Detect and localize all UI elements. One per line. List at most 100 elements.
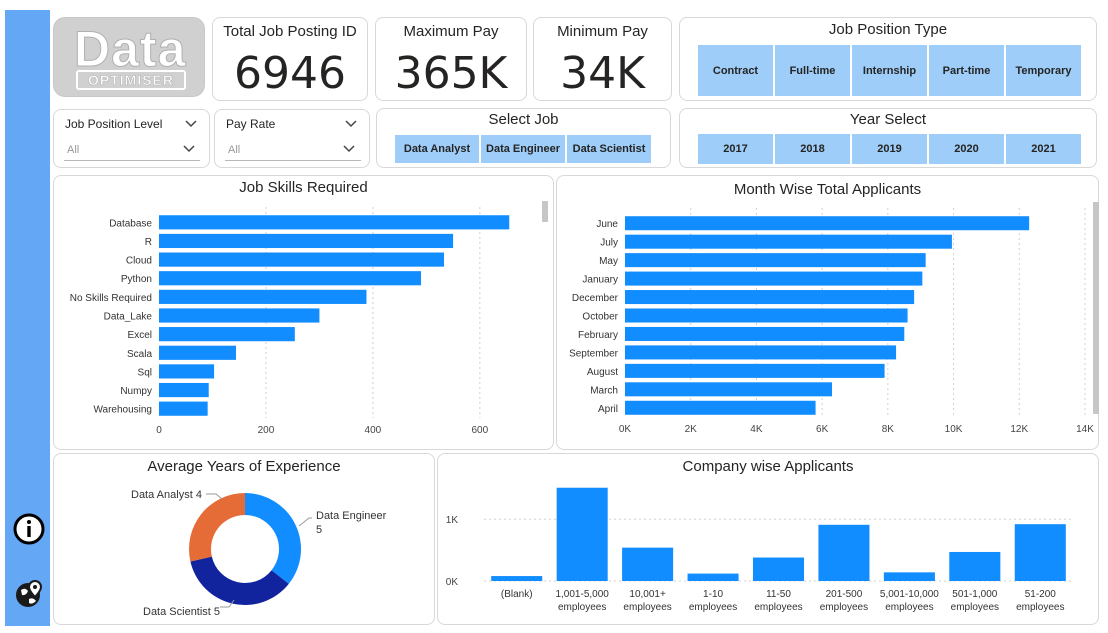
y-tick-label: 1K [446,515,459,526]
kpi-value: 34K [560,48,645,99]
bar [625,308,908,323]
bar [159,308,320,323]
category-label: 10,001+ employees [623,589,671,613]
donut-slice [245,493,301,584]
category-label: Scala [127,349,152,360]
year-select-slicer: Year Select 2017 2018 2019 2020 2021 [679,108,1097,168]
bar [818,524,870,581]
job-data-analyst-button[interactable]: Data Analyst [395,135,479,163]
category-label: 5,001-10,000 employees [880,589,939,613]
bar [159,233,454,249]
donut-data-label: Data Engineer 5 [316,510,387,536]
x-tick-label: 600 [471,425,488,436]
year-2021-button[interactable]: 2021 [1006,134,1081,164]
job-type-full-time-button[interactable]: Full-time [775,45,850,96]
bar [625,271,923,286]
kpi-value: 6946 [234,48,346,99]
bar [159,327,295,342]
select-job-slicer: Select Job Data Analyst Data Engineer Da… [376,108,671,168]
x-tick-label: 0 [156,425,162,436]
bar [159,289,367,304]
category-label: No Skills Required [70,293,152,304]
bar [159,364,215,379]
scrollbar-thumb [1093,202,1099,414]
category-label: February [578,330,618,341]
bar [625,363,885,378]
pay-rate-dropdown[interactable]: All [225,141,361,161]
slicer-label: Pay Rate [226,117,276,131]
year-2020-button[interactable]: 2020 [929,134,1004,164]
bar [622,547,674,581]
y-tick-label: 0K [446,577,459,588]
year-2019-button[interactable]: 2019 [852,134,927,164]
bar [159,382,209,398]
job-type-contract-button[interactable]: Contract [698,45,773,96]
data-optimiser-logo: Data OPTIMISER [53,17,205,97]
x-tick-label: 6K [816,424,829,435]
info-icon[interactable] [13,513,45,545]
job-position-type-slicer: Job Position Type Contract Full-time Int… [679,17,1097,101]
dropdown-value: All [228,144,241,156]
category-label: Database [109,218,152,229]
category-label: 1,001-5,000 employees [555,589,609,613]
category-label: April [598,404,618,415]
slicer-title: Year Select [849,111,927,128]
bar [949,551,1001,581]
x-tick-label: 12K [1010,424,1028,435]
logo-tagline: OPTIMISER [76,70,186,90]
x-tick-label: 8K [882,424,895,435]
category-label: September [569,348,619,359]
category-label: Numpy [120,386,152,397]
pay-rate-slicer[interactable]: Pay Rate All [214,109,370,168]
chevron-down-icon[interactable] [345,120,357,128]
category-label: August [587,367,618,378]
kpi-maximum-pay: Maximum Pay 365K [375,17,527,101]
job-type-part-time-button[interactable]: Part-time [929,45,1004,96]
category-label: R [145,237,152,248]
bar [625,345,897,360]
leader-line [206,493,223,500]
bar [491,576,543,581]
x-tick-label: 2K [685,424,698,435]
bar [625,382,832,397]
job-data-engineer-button[interactable]: Data Engineer [481,135,565,163]
category-label: 51-200 employees [1016,589,1064,613]
chevron-down-icon[interactable] [183,145,195,153]
chevron-down-icon[interactable] [343,145,355,153]
sidebar [5,10,50,626]
category-label: Data_Lake [104,312,153,323]
bar [625,234,952,249]
slicer-label: Job Position Level [65,117,163,131]
bar [625,216,1030,231]
job-position-level-dropdown[interactable]: All [64,141,200,161]
category-label: May [599,256,618,267]
slicer-title: Select Job [488,111,559,128]
donut-slice [189,493,245,562]
job-data-scientist-button[interactable]: Data Scientist [567,135,651,163]
year-2018-button[interactable]: 2018 [775,134,850,164]
x-tick-label: 14K [1076,424,1094,435]
category-label: 201-500 employees [820,589,868,613]
chevron-down-icon[interactable] [185,120,197,128]
month-applicants-chart: 0K 2K 4K 6K 8K 10K 12K 14K June July May January Dec… [569,202,1099,435]
bar [159,271,422,286]
category-label: (Blank) [501,589,533,600]
globe-location-icon[interactable] [13,577,45,609]
kpi-label: Minimum Pay [557,23,648,40]
company-applicants-chart-card: Company wise Applicants 0K 1K (Blank) 1,001… [437,453,1099,625]
job-position-level-slicer[interactable]: Job Position Level All [53,109,210,168]
company-applicants-chart: 0K 1K (Blank) 1,001-5,000 employees 10,001+ em… [446,487,1073,613]
job-skills-chart: 0 200 400 600 Database R Cloud Python No Skills … [70,201,548,436]
bar [159,215,510,230]
experience-donut-chart: Data Engineer 5 Data Scientist 5 Data Analy… [131,489,387,618]
job-type-temporary-button[interactable]: Temporary [1006,45,1081,96]
category-label: Cloud [126,256,152,267]
job-type-internship-button[interactable]: Internship [852,45,927,96]
kpi-label: Maximum Pay [403,23,499,40]
bar [556,487,608,581]
x-tick-label: 400 [365,425,382,436]
year-2017-button[interactable]: 2017 [698,134,773,164]
bar [625,253,926,268]
kpi-label: Total Job Posting ID [223,23,357,40]
x-tick-label: 10K [945,424,963,435]
